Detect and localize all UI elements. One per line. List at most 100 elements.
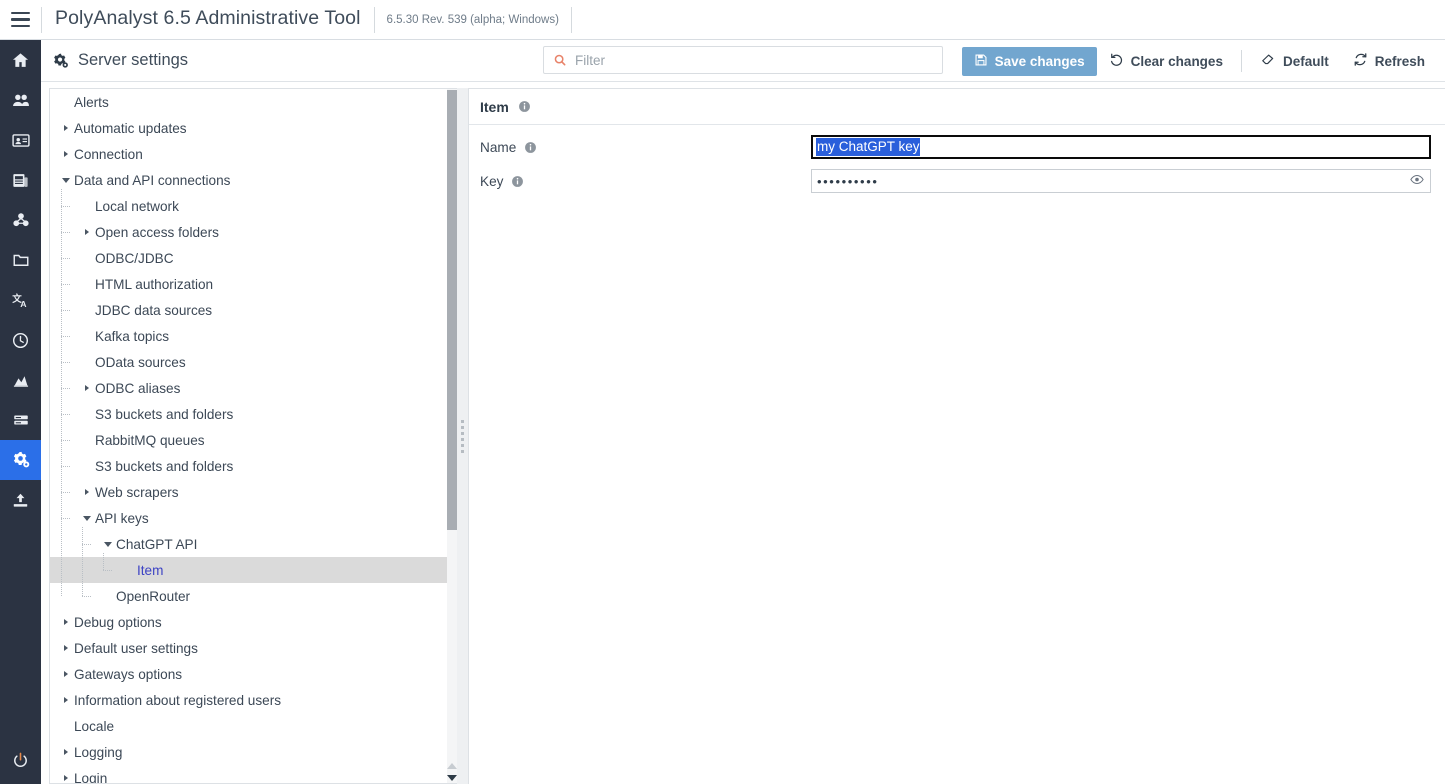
tree-guide bbox=[103, 553, 104, 570]
tree-item[interactable]: Gateways options bbox=[50, 661, 448, 687]
tree-item[interactable]: RabbitMQ queues bbox=[50, 427, 448, 453]
tree-guide bbox=[82, 544, 91, 545]
app-title: PolyAnalyst 6.5 Administrative Tool bbox=[55, 7, 361, 29]
power-icon bbox=[14, 752, 27, 767]
tree-item[interactable]: Open access folders bbox=[50, 219, 448, 245]
tree-item[interactable]: S3 buckets and folders bbox=[50, 401, 448, 427]
chevron-right-icon[interactable] bbox=[60, 635, 72, 661]
settings-tree-panel: Alerts Automatic updates Connection Data an… bbox=[49, 88, 457, 784]
tree-scrollbar-thumb[interactable] bbox=[447, 90, 457, 530]
tree-item[interactable]: Automatic updates bbox=[50, 115, 448, 141]
save-changes-label: Save changes bbox=[994, 53, 1085, 69]
sidebar-item-home[interactable] bbox=[0, 40, 41, 80]
tree-item[interactable]: ODBC aliases bbox=[50, 375, 448, 401]
chart-icon bbox=[13, 375, 28, 387]
eye-icon[interactable] bbox=[1410, 172, 1424, 190]
eraser-icon bbox=[1260, 52, 1276, 70]
refresh-button[interactable]: Refresh bbox=[1341, 47, 1437, 76]
save-changes-button[interactable]: Save changes bbox=[961, 46, 1097, 76]
sidebar-item-scheduler[interactable] bbox=[0, 320, 41, 360]
tree-item[interactable]: Item bbox=[50, 557, 448, 583]
page-title: Server settings bbox=[78, 51, 189, 69]
tree-item[interactable]: HTML authorization bbox=[50, 271, 448, 297]
sidebar-item-server-settings[interactable] bbox=[0, 440, 41, 480]
name-input[interactable]: my ChatGPT key bbox=[811, 135, 1431, 159]
nodes-icon bbox=[12, 212, 29, 226]
folder-icon bbox=[13, 254, 28, 266]
tree-item[interactable]: Debug options bbox=[50, 609, 448, 635]
chevron-right-icon[interactable] bbox=[81, 479, 93, 505]
chevron-right-icon[interactable] bbox=[81, 375, 93, 401]
filter-field[interactable] bbox=[543, 46, 943, 74]
tree-item[interactable]: Default user settings bbox=[50, 635, 448, 661]
tree-item-label: Local network bbox=[95, 198, 179, 214]
sidebar-item-statistics[interactable] bbox=[0, 360, 41, 400]
tree-item[interactable]: Login bbox=[50, 765, 448, 783]
tree-guide bbox=[61, 310, 70, 311]
chevron-right-icon[interactable] bbox=[81, 219, 93, 245]
sidebar-item-upload[interactable] bbox=[0, 480, 41, 520]
info-icon[interactable] bbox=[524, 141, 537, 154]
sidebar-item-news[interactable] bbox=[0, 160, 41, 200]
chevron-right-icon[interactable] bbox=[60, 739, 72, 765]
tree-scrollbar[interactable] bbox=[447, 89, 457, 783]
sidebar-item-folder[interactable] bbox=[0, 240, 41, 280]
tree-item[interactable]: Data and API connections bbox=[50, 167, 448, 193]
tree-item[interactable]: ChatGPT API bbox=[50, 531, 448, 557]
clear-changes-button[interactable]: Clear changes bbox=[1097, 47, 1235, 76]
tree-item[interactable]: Locale bbox=[50, 713, 448, 739]
tree-item[interactable]: S3 buckets and folders bbox=[50, 453, 448, 479]
sidebar-item-id-card[interactable] bbox=[0, 120, 41, 160]
tree-item[interactable]: OpenRouter bbox=[50, 583, 448, 609]
scroll-up-arrow[interactable] bbox=[447, 760, 457, 771]
name-input-value: my ChatGPT key bbox=[816, 138, 920, 156]
sidebar-item-logout[interactable] bbox=[0, 740, 41, 780]
gears-icon bbox=[13, 451, 29, 468]
tree-item[interactable]: Kafka topics bbox=[50, 323, 448, 349]
tree-item-label: Locale bbox=[74, 718, 115, 734]
tree-item[interactable]: Local network bbox=[50, 193, 448, 219]
tree-guide bbox=[61, 466, 70, 467]
item-form-panel: Item Name my ChatGPT key Key •••••••••• bbox=[468, 88, 1445, 784]
panel-splitter[interactable] bbox=[457, 88, 468, 784]
sidebar-item-translate[interactable]: 文 A bbox=[0, 280, 41, 320]
key-input-value: •••••••••• bbox=[817, 173, 879, 189]
tree-item[interactable]: API keys bbox=[50, 505, 448, 531]
tree-item[interactable]: JDBC data sources bbox=[50, 297, 448, 323]
tree-item[interactable]: Information about registered users bbox=[50, 687, 448, 713]
tree-guide bbox=[61, 414, 70, 415]
chevron-right-icon[interactable] bbox=[60, 609, 72, 635]
tree-item[interactable]: Web scrapers bbox=[50, 479, 448, 505]
info-icon[interactable] bbox=[511, 175, 524, 188]
sidebar-item-nodes[interactable] bbox=[0, 200, 41, 240]
news-icon bbox=[13, 173, 28, 187]
chevron-right-icon[interactable] bbox=[60, 765, 72, 783]
tree-item[interactable]: Logging bbox=[50, 739, 448, 765]
chevron-right-icon[interactable] bbox=[60, 661, 72, 687]
server-icon bbox=[13, 415, 28, 425]
search-input[interactable] bbox=[573, 47, 942, 73]
chevron-right-icon[interactable] bbox=[60, 141, 72, 167]
chevron-right-icon[interactable] bbox=[60, 687, 72, 713]
tree-item[interactable]: OData sources bbox=[50, 349, 448, 375]
tree-item-label: Gateways options bbox=[74, 666, 183, 682]
hamburger-icon[interactable] bbox=[0, 0, 41, 39]
scroll-down-arrow[interactable] bbox=[447, 772, 457, 783]
sidebar-item-users[interactable] bbox=[0, 80, 41, 120]
chevron-right-icon[interactable] bbox=[60, 115, 72, 141]
tree-item[interactable]: ODBC/JDBC bbox=[50, 245, 448, 271]
info-icon[interactable] bbox=[518, 100, 531, 113]
tree-item[interactable]: Connection bbox=[50, 141, 448, 167]
default-button[interactable]: Default bbox=[1248, 47, 1341, 76]
tree-item[interactable]: Alerts bbox=[50, 89, 448, 115]
field-row-key: Key •••••••••• bbox=[469, 164, 1445, 198]
key-input[interactable]: •••••••••• bbox=[811, 169, 1431, 193]
tree-item-label: S3 buckets and folders bbox=[95, 406, 234, 422]
sidebar-item-server[interactable] bbox=[0, 400, 41, 440]
